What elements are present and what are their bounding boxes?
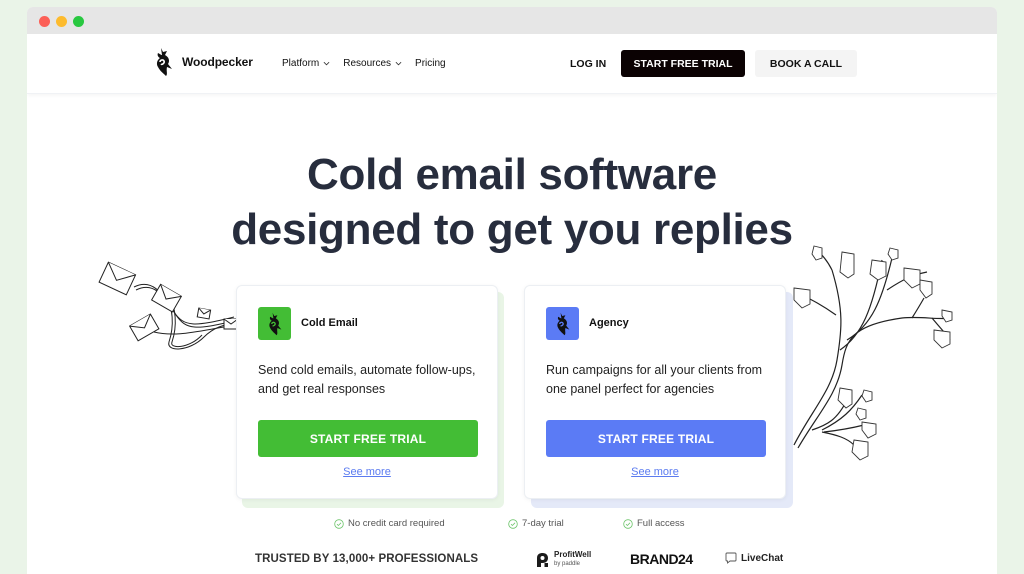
cold-email-see-more-link[interactable]: See more xyxy=(237,466,497,478)
menu-platform[interactable]: Platform xyxy=(282,58,330,69)
trusted-by-label: TRUSTED BY 13,000+ PROFESSIONALS xyxy=(255,553,479,565)
profitwell-name: ProfitWell xyxy=(554,550,592,559)
browser-window: Woodpecker Platform Resources Pricing LO… xyxy=(27,7,997,574)
book-a-call-button[interactable]: BOOK A CALL xyxy=(755,50,857,77)
brand24-logo: BRAND24 xyxy=(630,551,693,567)
perk-label: No credit card required xyxy=(348,518,445,529)
top-navigation: Woodpecker Platform Resources Pricing LO… xyxy=(27,34,997,94)
chevron-down-icon xyxy=(395,61,402,66)
perk-label: 7-day trial xyxy=(522,518,564,529)
brand-logo[interactable]: Woodpecker xyxy=(154,47,253,77)
perk-item: 7-day trial xyxy=(508,518,564,529)
perk-item: No credit card required xyxy=(334,518,445,529)
profitwell-icon xyxy=(537,552,548,567)
cold-email-start-free-trial-button[interactable]: START FREE TRIAL xyxy=(258,420,478,457)
main-menu: Platform Resources Pricing xyxy=(282,58,446,69)
close-window-button[interactable] xyxy=(39,16,50,27)
cold-email-card-title: Cold Email xyxy=(301,317,358,329)
chat-bubble-icon xyxy=(725,552,737,564)
minimize-window-button[interactable] xyxy=(56,16,67,27)
menu-resources[interactable]: Resources xyxy=(343,58,402,69)
check-circle-icon xyxy=(508,518,518,529)
woodpecker-logo-icon xyxy=(556,312,569,335)
agency-card-description: Run campaigns for all your clients from … xyxy=(546,363,763,396)
branch-illustration xyxy=(793,245,953,461)
hero-title: Cold email software designed to get you … xyxy=(27,147,997,257)
check-circle-icon xyxy=(623,518,633,529)
hero-title-line2: designed to get you replies xyxy=(231,205,793,254)
hero-title-line1: Cold email software xyxy=(307,150,717,199)
check-circle-icon xyxy=(334,518,344,529)
login-link[interactable]: LOG IN xyxy=(570,58,606,70)
cold-email-card: Cold Email Send cold emails, automate fo… xyxy=(236,285,498,499)
woodpecker-logo-icon xyxy=(156,48,172,76)
menu-pricing[interactable]: Pricing xyxy=(415,58,446,69)
agency-start-free-trial-button[interactable]: START FREE TRIAL xyxy=(546,420,766,457)
brand-name: Woodpecker xyxy=(182,55,253,69)
menu-platform-label: Platform xyxy=(282,58,320,69)
envelopes-illustration xyxy=(98,261,239,350)
livechat-logo: LiveChat xyxy=(725,552,783,564)
cold-email-product-icon xyxy=(258,307,291,340)
browser-titlebar xyxy=(27,7,997,34)
agency-card: Agency Run campaigns for all your client… xyxy=(524,285,786,499)
menu-pricing-label: Pricing xyxy=(415,58,446,69)
maximize-window-button[interactable] xyxy=(73,16,84,27)
perk-item: Full access xyxy=(623,518,685,529)
menu-resources-label: Resources xyxy=(343,58,392,69)
agency-card-title: Agency xyxy=(589,317,629,329)
agency-see-more-link[interactable]: See more xyxy=(525,466,785,478)
agency-product-icon xyxy=(546,307,579,340)
nav-start-free-trial-button[interactable]: START FREE TRIAL xyxy=(621,50,745,77)
profitwell-logo: ProfitWell by paddle xyxy=(535,551,591,568)
chevron-down-icon xyxy=(323,61,330,66)
woodpecker-logo-icon xyxy=(268,312,281,335)
cold-email-card-description: Send cold emails, automate follow-ups, a… xyxy=(258,363,476,396)
profitwell-subtitle: by paddle xyxy=(554,561,581,567)
livechat-name: LiveChat xyxy=(741,552,784,564)
perk-label: Full access xyxy=(637,518,685,529)
